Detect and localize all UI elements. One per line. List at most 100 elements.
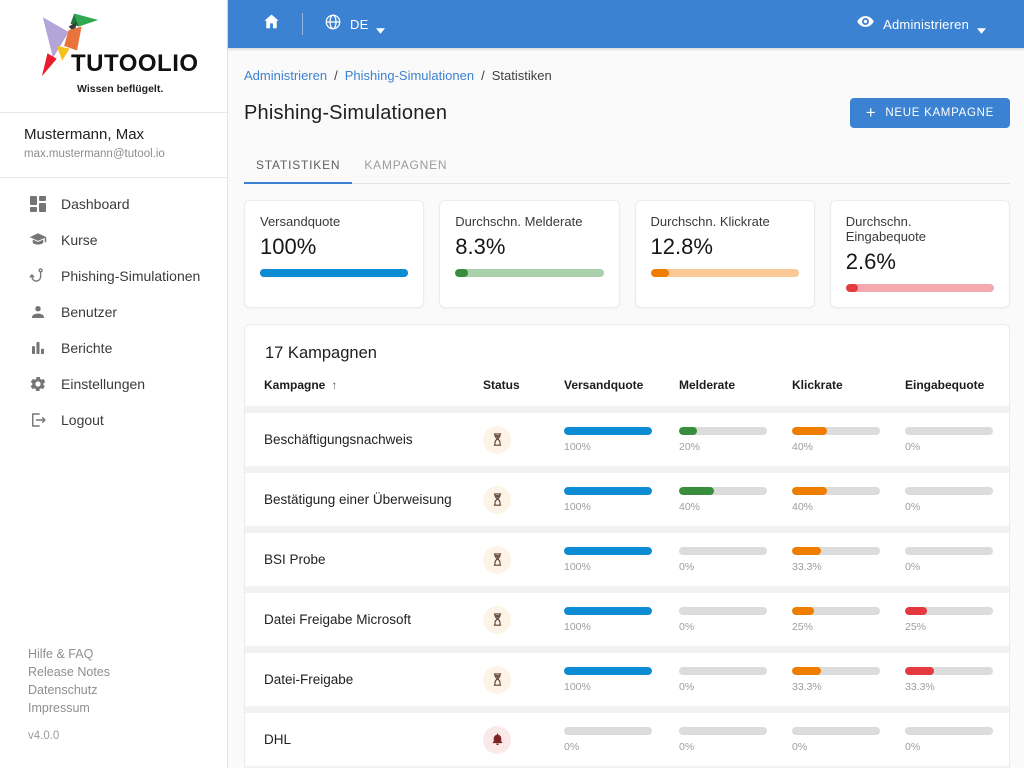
- sidebar-item-phishing-simulationen[interactable]: Phishing-Simulationen: [0, 258, 227, 294]
- metric-cell: 20%: [679, 426, 792, 453]
- table-row[interactable]: Datei-Freigabe 100% 0% 33.3% 33.3%: [245, 653, 1009, 706]
- sidebar-footer: Hilfe & FAQ Release Notes Datenschutz Im…: [0, 645, 227, 768]
- metric-value: 100%: [564, 500, 591, 513]
- sidebar-item-berichte[interactable]: Berichte: [0, 330, 227, 366]
- sidebar-item-benutzer[interactable]: Benutzer: [0, 294, 227, 330]
- metric-value: 100%: [564, 560, 591, 573]
- metric-value: 0%: [679, 680, 695, 693]
- admin-menu[interactable]: Administrieren: [856, 12, 986, 36]
- stat-card: Durchschn. Klickrate 12.8%: [634, 200, 815, 308]
- sidebar-item-dashboard[interactable]: Dashboard: [0, 186, 227, 222]
- school-icon: [28, 231, 47, 250]
- metric-cell: 0%: [679, 666, 792, 693]
- campaigns-table: 17 Kampagnen Kampagne ↑ Status Versandqu…: [244, 324, 1010, 768]
- metric-cell: 25%: [792, 606, 905, 633]
- progress-bar: [564, 426, 652, 435]
- metric-cell: 0%: [905, 486, 993, 513]
- stat-card-label: Durchschn. Klickrate: [650, 214, 770, 229]
- metric-value: 33.3%: [792, 680, 822, 693]
- progress-bar: [679, 606, 767, 615]
- status-cell: [483, 485, 564, 514]
- breadcrumb-item: Statistiken: [491, 68, 552, 83]
- tab-statistiken[interactable]: STATISTIKEN: [244, 149, 353, 184]
- table-row[interactable]: Datei Freigabe Microsoft 100% 0% 25% 25%: [245, 593, 1009, 646]
- language-label: DE: [350, 16, 369, 32]
- table-title: 17 Kampagnen: [265, 344, 377, 362]
- metric-cell: 100%: [564, 666, 679, 693]
- sidebar-item-einstellungen[interactable]: Einstellungen: [0, 366, 227, 402]
- progress-bar: [905, 486, 993, 495]
- sidebar-item-kurse[interactable]: Kurse: [0, 222, 227, 258]
- metric-cell: 40%: [679, 486, 792, 513]
- table-row[interactable]: DHL 0% 0% 0% 0%: [245, 713, 1009, 766]
- progress-bar: [679, 546, 767, 555]
- language-menu[interactable]: DE: [324, 13, 386, 36]
- progress-bar-fill: [564, 606, 652, 615]
- table-row[interactable]: Beschäftigungsnachweis 100% 20% 40% 0%: [245, 413, 1009, 466]
- stat-cards: Versandquote 100% Durchschn. Melderate 8…: [244, 200, 1010, 308]
- sidebar-footer-link[interactable]: Datenschutz: [28, 681, 227, 699]
- sidebar: TUTOOLIO Wissen beflügelt. Mustermann, M…: [0, 0, 228, 768]
- tab-kampagnen[interactable]: KAMPAGNEN: [352, 149, 459, 184]
- progress-bar: [792, 486, 880, 495]
- stat-card-label: Durchschn. Melderate: [455, 214, 583, 229]
- home-icon: [262, 12, 281, 36]
- progress-bar: [564, 546, 652, 555]
- sidebar-nav: Dashboard Kurse Phishing-Simulationen Be…: [0, 178, 227, 438]
- status-cell: [483, 665, 564, 694]
- metric-value: 100%: [564, 620, 591, 633]
- user-name: Mustermann, Max: [24, 126, 145, 143]
- progress-bar-fill: [260, 269, 409, 277]
- content: Administrieren / Phishing-Simulationen / Sta…: [228, 48, 1024, 768]
- page-title: Phishing-Simulationen: [244, 101, 448, 124]
- stat-card-value: 12.8%: [650, 234, 713, 259]
- progress-bar-fill: [564, 546, 652, 555]
- column-header-status: Status: [483, 378, 520, 392]
- metric-value: 20%: [679, 440, 701, 453]
- stat-card: Durchschn. Melderate 8.3%: [439, 200, 620, 308]
- hook-icon: [28, 267, 47, 286]
- progress-bar: [679, 666, 767, 675]
- page-header: Phishing-Simulationen + NEUE KAMPAGNE: [244, 98, 1010, 128]
- hourglass-icon: [483, 605, 511, 634]
- sidebar-item-label: Benutzer: [61, 304, 118, 320]
- metric-cell: 0%: [679, 606, 792, 633]
- sidebar-item-logout[interactable]: Logout: [0, 402, 227, 438]
- sidebar-footer-link[interactable]: Impressum: [28, 699, 227, 717]
- metric-value: 0%: [905, 740, 921, 753]
- progress-bar: [679, 486, 767, 495]
- progress-bar: [564, 666, 652, 675]
- progress-bar: [455, 269, 604, 277]
- progress-bar: [905, 726, 993, 735]
- home-button[interactable]: [262, 12, 281, 36]
- column-header-metric: Eingabequote: [905, 378, 985, 392]
- progress-bar: [679, 426, 767, 435]
- metric-cell: 40%: [792, 426, 905, 453]
- sidebar-item-label: Dashboard: [61, 196, 130, 212]
- sidebar-footer-link[interactable]: Release Notes: [28, 663, 227, 681]
- breadcrumb-item[interactable]: Phishing-Simulationen: [345, 68, 474, 83]
- status-cell: [483, 725, 564, 754]
- stat-card-label: Versandquote: [260, 214, 341, 229]
- eye-icon: [856, 12, 875, 36]
- breadcrumb-item[interactable]: Administrieren: [244, 68, 327, 83]
- metric-cell: 40%: [792, 486, 905, 513]
- sidebar-footer-link[interactable]: Hilfe & FAQ: [28, 645, 227, 663]
- column-header-kampagne[interactable]: Kampagne ↑: [264, 378, 483, 392]
- progress-bar-fill: [905, 666, 935, 675]
- status-cell: [483, 425, 564, 454]
- progress-bar-fill: [905, 606, 927, 615]
- progress-bar: [679, 726, 767, 735]
- metric-cell: 0%: [564, 726, 679, 753]
- progress-bar-fill: [792, 426, 828, 435]
- sidebar-item-label: Logout: [61, 412, 104, 428]
- table-row[interactable]: BSI Probe 100% 0% 33.3% 0%: [245, 533, 1009, 586]
- metric-value: 0%: [905, 560, 921, 573]
- new-campaign-button[interactable]: + NEUE KAMPAGNE: [849, 98, 1010, 128]
- stat-card-label: Durchschn. Eingabequote: [845, 214, 926, 244]
- table-header-row: Kampagne ↑ Status Versandquote Melderate…: [245, 378, 1009, 406]
- table-row[interactable]: Bestätigung einer Überweisung 100% 40% 4…: [245, 473, 1009, 526]
- progress-bar-fill: [564, 666, 652, 675]
- progress-bar: [792, 426, 880, 435]
- brand-logo[interactable]: TUTOOLIO Wissen beflügelt.: [0, 0, 227, 112]
